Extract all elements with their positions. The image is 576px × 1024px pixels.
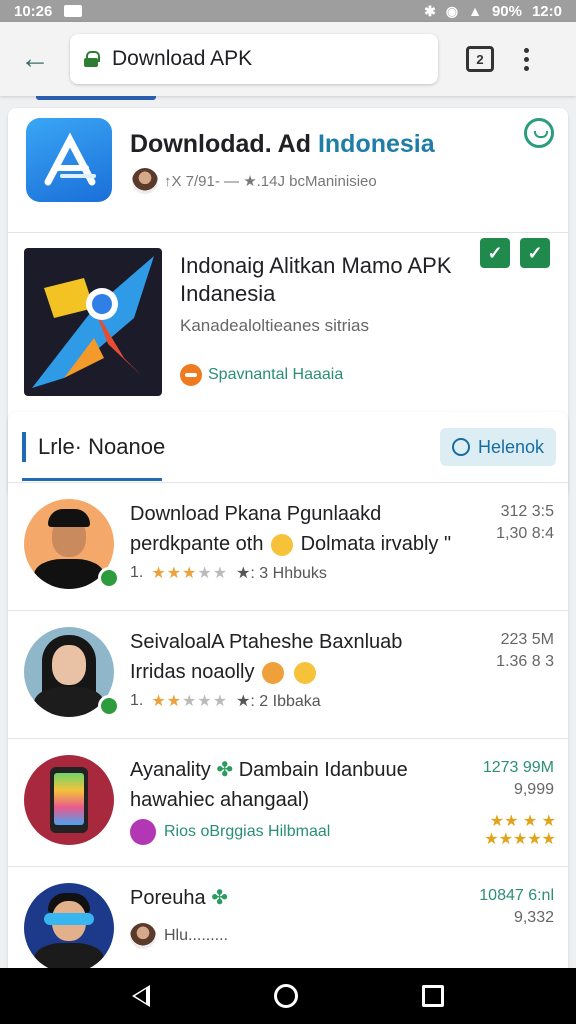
avatar [24, 883, 116, 968]
developer-logo-icon [130, 819, 156, 845]
bluetooth-icon: ✱ [424, 2, 436, 19]
section-action-label: Helenok [477, 436, 544, 457]
app-store-icon[interactable] [26, 118, 112, 202]
list-item[interactable]: SeivaloalA Ptaheshe Baxnluab Irridas noa… [8, 610, 568, 738]
section-title: Lrle· Noanoe [38, 434, 166, 459]
rocket-app-developer[interactable]: Spavnantal Haaaia [180, 364, 343, 386]
item-title: Poreuha ✤ [130, 887, 228, 909]
featured-meta-text: ↑X 7/91‑ — ★.14J bcManinisieo [164, 173, 377, 190]
nav-recents-icon[interactable] [422, 985, 444, 1007]
divider [8, 232, 568, 233]
item-title: SeivaloalA Ptaheshe Baxnluab Irridas noa… [130, 631, 403, 684]
item-stats: 312 3:5 1,30 8:4 [496, 503, 554, 542]
status-time: 10:26 [14, 2, 53, 20]
rocket-app-description: Kanadealoltieanes sitrias [180, 316, 370, 335]
emoji-icon [293, 661, 316, 684]
star-rating-icon: ★★★★★ [151, 693, 229, 710]
section-accent-bar [22, 432, 26, 462]
verified-badge-icon [98, 695, 120, 717]
item-rating: 1. ★★★★★ ★: 3 Hhbuks [130, 564, 327, 582]
list-item[interactable]: Poreuha ✤ Hlu......... 10847 6:nl 9,332 [8, 866, 568, 968]
app-list-card: Lrle· Noanoe Helenok Download Pkana Pgun… [8, 412, 568, 968]
mini-avatar [130, 923, 156, 949]
wifi-icon: ◉ [445, 2, 459, 19]
rocket-app-icon[interactable] [24, 248, 162, 396]
avatar [24, 627, 120, 719]
item-stats: 223 5M 1.36 8 3 [496, 631, 554, 670]
featured-app-title[interactable]: Downlodad. Ad Indonesia [130, 130, 435, 159]
rocket-app-title[interactable]: Indonaig Alitkan Mamo APK Indanesia [180, 252, 470, 308]
overflow-menu-icon[interactable] [524, 47, 529, 71]
nav-back-icon[interactable] [132, 985, 150, 1007]
battery-level: 90% [491, 2, 522, 20]
item-subtitle: Hlu......... [130, 923, 228, 949]
star-rating-icon: ★★ ★ ★ ★★★★★ [484, 813, 556, 848]
item-title: Ayanality ✤ Dambain Idanbuue hawahiec ah… [130, 759, 408, 811]
developer-avatar [132, 168, 158, 194]
peek-strip [36, 96, 156, 100]
status-bar: 10:26 ✱ ◉ ▲ 90% 12:0 [0, 0, 576, 22]
system-nav-bar [0, 968, 576, 1024]
featured-title-main: Downlodad. Ad [130, 130, 311, 158]
avatar [24, 499, 120, 591]
item-stats: 10847 6:nl 9,332 [479, 887, 554, 926]
item-stats: 1273 99M 9,999 [482, 759, 554, 798]
verified-badge-icon [98, 567, 120, 589]
status-right: ✱ ◉ ▲ 90% 12:0 [424, 3, 562, 20]
rocket-developer-name: Spavnantal Haaaia [208, 366, 344, 383]
refresh-icon [451, 438, 470, 456]
address-bar[interactable]: Download APK [70, 34, 438, 84]
clover-icon: ✤ [211, 887, 228, 909]
item-rating: 1. ★★★★★ ★: 2 Ibbaka [130, 692, 321, 710]
section-action-button[interactable]: Helenok [439, 428, 556, 466]
tab-switcher-button[interactable]: 2 [466, 46, 494, 72]
item-developer: Rios oBrggias Hilbmaal [130, 819, 330, 845]
address-text: Download APK [112, 47, 253, 70]
mail-icon [64, 5, 83, 17]
checkmark-icon[interactable]: ✓ [520, 238, 550, 268]
item-title: Download Pkana Pgunlaakd perdkpante oth … [130, 503, 452, 556]
star-rating-icon: ★★★★★ [151, 565, 229, 582]
browser-toolbar: ← Download APK 2 [0, 22, 576, 96]
status-clock: 12:0 [531, 2, 562, 20]
lock-icon [84, 51, 100, 67]
chat-icon[interactable] [524, 118, 554, 148]
emoji-icon [271, 533, 293, 556]
section-underline [22, 478, 162, 481]
signal-icon: ▲ [468, 3, 482, 19]
avatar [24, 755, 116, 847]
list-item[interactable]: Download Pkana Pgunlaakd perdkpante oth … [8, 482, 568, 610]
list-item[interactable]: Ayanality ✤ Dambain Idanbuue hawahiec ah… [8, 738, 568, 866]
nav-home-icon[interactable] [274, 984, 298, 1008]
featured-title-accent: Indonesia [317, 130, 435, 158]
clover-icon: ✤ [216, 759, 234, 781]
emoji-icon [262, 661, 285, 684]
page-content: Downlodad. Ad Indonesia ↑X 7/91‑ — ★.14J… [0, 96, 576, 968]
developer-badge-icon [180, 364, 202, 386]
back-arrow-icon[interactable]: ← [0, 22, 70, 96]
checkmark-icon[interactable]: ✓ [480, 238, 510, 268]
featured-app-meta: ↑X 7/91‑ — ★.14J bcManinisieo [132, 168, 377, 194]
